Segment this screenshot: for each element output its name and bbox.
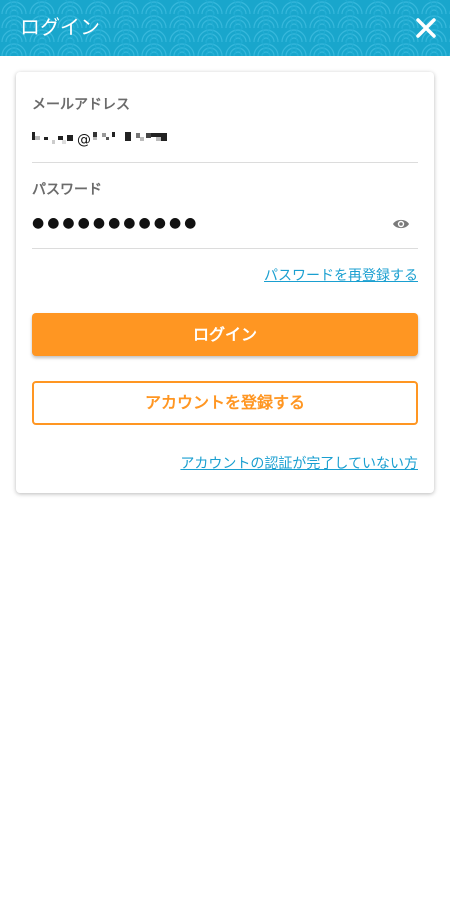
email-value-masked: @ — [32, 132, 167, 148]
header-title: ログイン — [20, 15, 100, 39]
email-divider — [32, 162, 418, 163]
password-divider — [32, 248, 418, 249]
reset-password-link[interactable]: パスワードを再登録する — [264, 265, 418, 285]
password-mask: ●●●●●●●●●●● — [32, 215, 200, 231]
register-account-button[interactable]: アカウントを登録する — [32, 381, 418, 425]
app-header: ログイン — [0, 0, 450, 56]
password-field[interactable]: ●●●●●●●●●●● — [32, 209, 418, 239]
email-field[interactable]: @ — [32, 124, 418, 154]
login-card: メールアドレス @ パスワード ●●●●●●●●●●● パスワードを再登録する … — [16, 72, 434, 493]
close-icon[interactable] — [412, 14, 440, 42]
login-button[interactable]: ログイン — [32, 313, 418, 356]
eye-icon[interactable] — [392, 217, 410, 231]
unverified-account-link[interactable]: アカウントの認証が完了していない方 — [180, 453, 418, 473]
svg-text:@: @ — [77, 132, 91, 148]
password-label: パスワード — [32, 182, 102, 198]
email-label: メールアドレス — [32, 97, 130, 113]
